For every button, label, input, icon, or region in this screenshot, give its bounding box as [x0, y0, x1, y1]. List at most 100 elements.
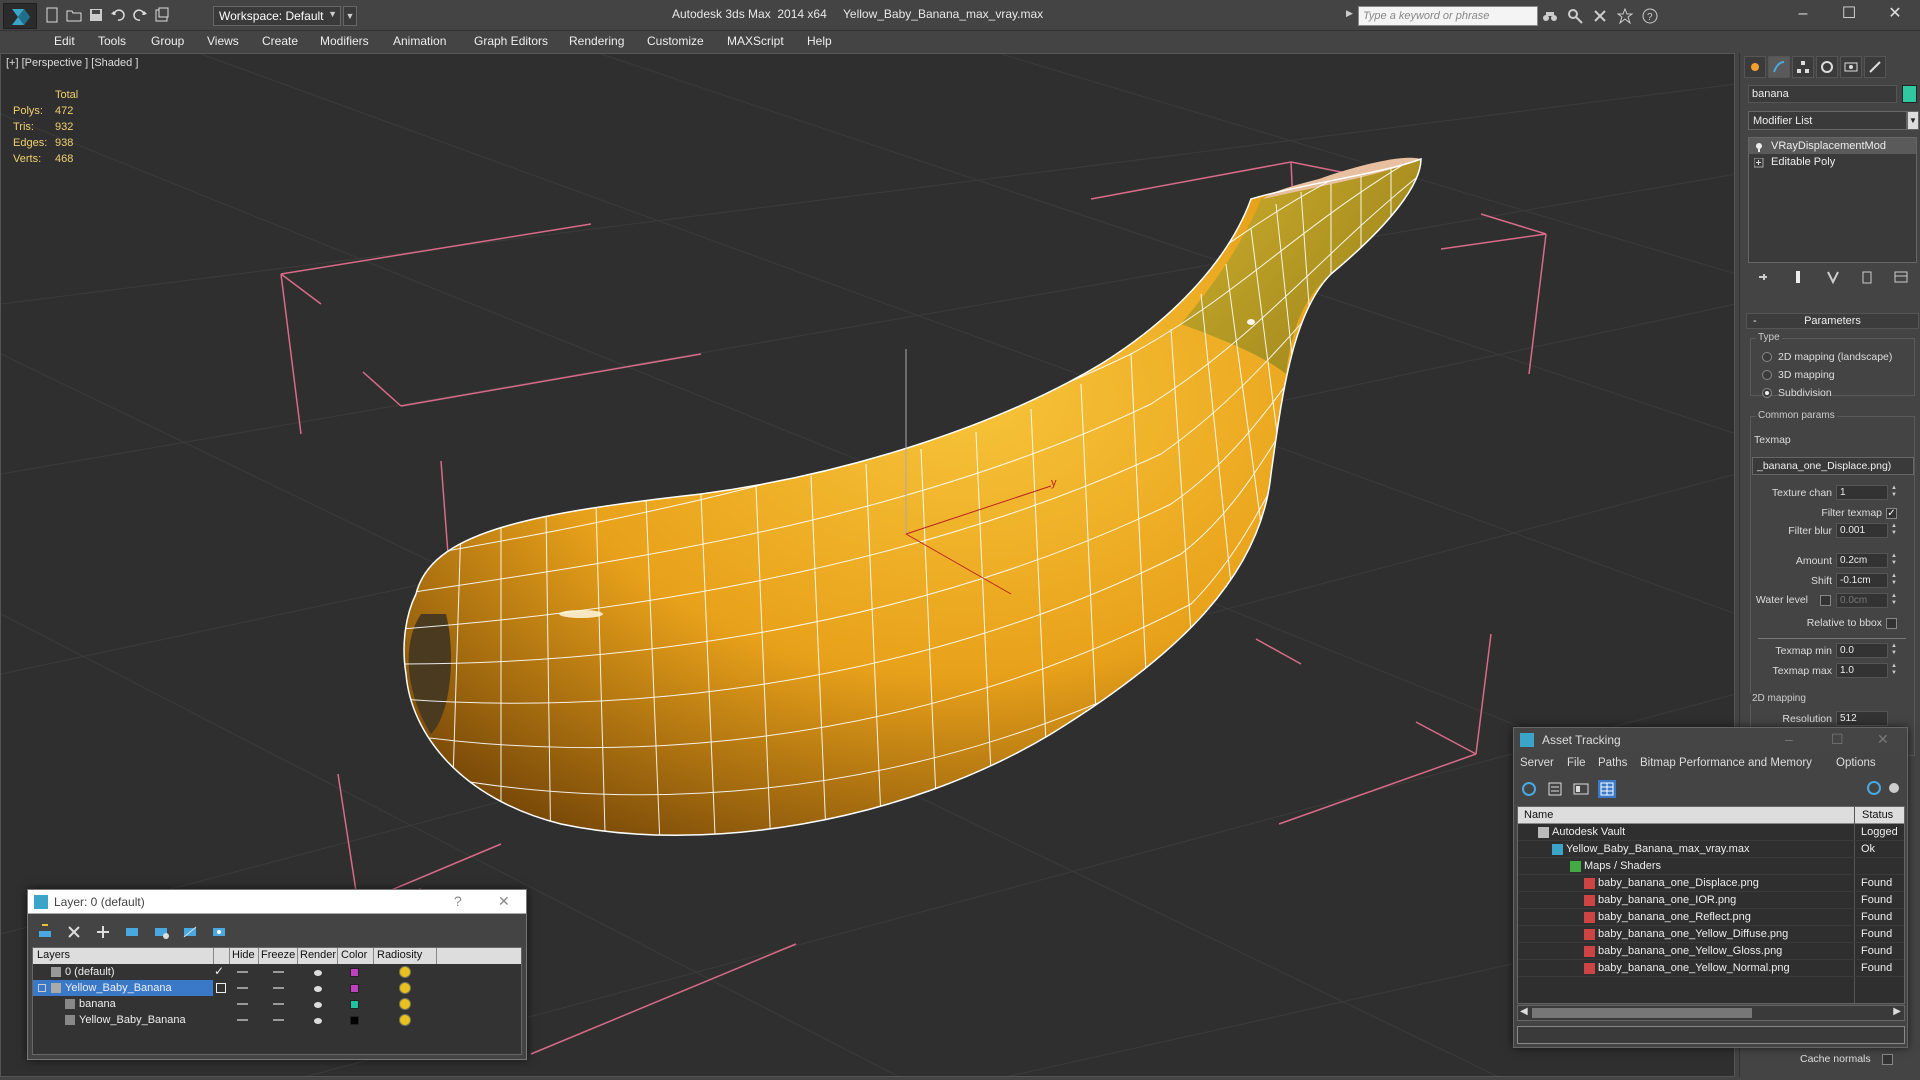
texmap-button[interactable]: _banana_one_Displace.png)	[1752, 457, 1914, 475]
select-objects-icon[interactable]	[123, 923, 141, 941]
vault-settings-icon[interactable]	[1886, 780, 1902, 796]
spinner-arrows[interactable]: ▲ ▼	[1890, 485, 1898, 500]
table-row[interactable]: baby_banana_one_Reflect.png Found	[1518, 909, 1904, 926]
menu-animation[interactable]: Animation	[393, 34, 446, 48]
help-icon[interactable]: ?	[1642, 8, 1658, 24]
menu-rendering[interactable]: Rendering	[569, 34, 624, 48]
configure-sets-icon[interactable]	[1893, 269, 1909, 285]
layer-color-swatch[interactable]	[350, 968, 359, 977]
scroll-left-icon[interactable]: ◀	[1520, 1006, 1528, 1017]
radio-button[interactable]	[1762, 352, 1772, 362]
table-row[interactable]: baby_banana_one_Yellow_Gloss.png Found	[1518, 943, 1904, 960]
menu-views[interactable]: Views	[207, 34, 239, 48]
menu-customize[interactable]: Customize	[647, 34, 704, 48]
layer-row-banana[interactable]: banana	[33, 996, 521, 1012]
column-color[interactable]: Color	[341, 949, 367, 961]
star-icon[interactable]	[1616, 7, 1634, 25]
horizontal-scrollbar[interactable]: ◀ ▶	[1517, 1005, 1905, 1021]
hide-toggle[interactable]	[237, 987, 248, 989]
radio-subdivision[interactable]: Subdivision	[1762, 387, 1832, 399]
menu-edit[interactable]: Edit	[54, 34, 75, 48]
menu-paths[interactable]: Paths	[1598, 757, 1627, 769]
column-render[interactable]: Render	[300, 949, 336, 961]
texmap-max-field[interactable]: 1.0	[1836, 663, 1888, 678]
undo-icon[interactable]	[110, 7, 126, 23]
column-name[interactable]: Name	[1524, 809, 1553, 821]
hide-toggle[interactable]	[237, 1003, 248, 1005]
stack-item-editable-poly[interactable]: Editable Poly	[1749, 154, 1916, 170]
table-view-icon[interactable]	[1598, 780, 1616, 798]
radio-button[interactable]	[1762, 370, 1772, 380]
hide-all-layers-icon[interactable]	[181, 923, 199, 941]
radiosity-icon[interactable]	[399, 966, 411, 978]
table-row[interactable]: Autodesk Vault Logged	[1518, 824, 1904, 841]
spinner-arrows[interactable]: ▲ ▼	[1890, 593, 1898, 608]
relative-to-bbox-checkbox[interactable]	[1886, 618, 1897, 629]
freeze-all-layers-icon[interactable]	[210, 923, 228, 941]
spinner-arrows[interactable]: ▲ ▼	[1890, 643, 1898, 658]
collapse-minus-icon[interactable]	[38, 984, 46, 992]
menu-help[interactable]: Help	[807, 34, 832, 48]
menu-group[interactable]: Group	[151, 34, 184, 48]
minimize-button[interactable]: –	[1785, 731, 1793, 747]
binoculars-icon[interactable]	[1542, 8, 1558, 24]
column-layers[interactable]: Layers	[37, 949, 70, 961]
spinner-arrows[interactable]: ▲ ▼	[1890, 573, 1898, 588]
pin-stack-icon[interactable]	[1756, 269, 1772, 285]
redo-icon[interactable]	[132, 7, 148, 23]
menu-server[interactable]: Server	[1520, 757, 1554, 769]
hierarchy-tab-icon[interactable]	[1792, 56, 1814, 78]
maximize-button[interactable]: ☐	[1826, 0, 1872, 28]
layer-color-swatch[interactable]	[350, 1016, 359, 1025]
menu-graph-editors[interactable]: Graph Editors	[474, 34, 548, 48]
search-expand-icon[interactable]: ▶	[1346, 8, 1358, 24]
list-view-icon[interactable]	[1546, 780, 1564, 798]
object-color-swatch[interactable]	[1902, 85, 1917, 103]
column-hide[interactable]: Hide	[232, 949, 255, 961]
modifier-list-dropdown[interactable]: Modifier List	[1748, 111, 1907, 130]
current-layer-box[interactable]	[216, 983, 226, 993]
table-row[interactable]: baby_banana_one_Yellow_Diffuse.png Found	[1518, 926, 1904, 943]
freeze-toggle[interactable]	[273, 1019, 284, 1021]
radio-2d-landscape[interactable]: 2D mapping (landscape)	[1762, 351, 1892, 363]
add-to-layer-icon[interactable]	[94, 923, 112, 941]
menu-file[interactable]: File	[1567, 757, 1586, 769]
layer-row-default[interactable]: 0 (default) ✓	[33, 964, 521, 980]
scroll-right-icon[interactable]: ▶	[1893, 1006, 1901, 1017]
close-icon[interactable]: ✕	[1877, 731, 1889, 748]
resolution-field[interactable]: 512	[1836, 711, 1888, 726]
workspace-options-button[interactable]: ▼	[343, 6, 357, 26]
freeze-toggle[interactable]	[273, 1003, 284, 1005]
asset-tracking-titlebar[interactable]: Asset Tracking – ☐ ✕	[1514, 728, 1907, 752]
search-input[interactable]: Type a keyword or phrase	[1358, 6, 1538, 26]
filter-blur-field[interactable]: 0.001	[1836, 523, 1888, 538]
refresh-icon[interactable]	[1520, 780, 1538, 798]
utilities-tab-icon[interactable]	[1864, 56, 1886, 78]
radiosity-icon[interactable]	[399, 982, 411, 994]
search-icon[interactable]	[1567, 8, 1583, 24]
spinner-arrows[interactable]: ▲ ▼	[1890, 553, 1898, 568]
column-status[interactable]: Status	[1862, 809, 1893, 821]
filter-texmap-checkbox[interactable]: ✓	[1886, 508, 1897, 519]
menu-bitmap-performance[interactable]: Bitmap Performance and Memory	[1640, 757, 1812, 769]
app-menu-button[interactable]	[3, 3, 37, 29]
make-unique-icon[interactable]	[1825, 269, 1841, 285]
teapot-icon[interactable]	[313, 1015, 324, 1025]
current-layer-check-icon[interactable]: ✓	[214, 964, 224, 978]
radiosity-icon[interactable]	[399, 1014, 411, 1026]
open-folder-icon[interactable]	[66, 7, 82, 23]
table-row[interactable]: Yellow_Baby_Banana_max_vray.max Ok	[1518, 841, 1904, 858]
column-freeze[interactable]: Freeze	[261, 949, 295, 961]
teapot-icon[interactable]	[313, 983, 324, 993]
vault-help-icon[interactable]	[1866, 780, 1882, 796]
column-radiosity[interactable]: Radiosity	[377, 949, 422, 961]
spinner-arrows[interactable]: ▲ ▼	[1890, 663, 1898, 678]
water-level-checkbox[interactable]	[1820, 595, 1831, 606]
chevron-down-icon[interactable]: ▼	[1907, 111, 1919, 130]
stack-item-vray-displacement[interactable]: VRayDisplacementMod	[1749, 138, 1916, 154]
radio-button[interactable]	[1762, 388, 1772, 398]
scrollbar-thumb[interactable]	[1532, 1008, 1752, 1018]
help-button[interactable]: ?	[454, 893, 462, 909]
table-row[interactable]: baby_banana_one_Displace.png Found	[1518, 875, 1904, 892]
table-row[interactable]: Maps / Shaders	[1518, 858, 1904, 875]
